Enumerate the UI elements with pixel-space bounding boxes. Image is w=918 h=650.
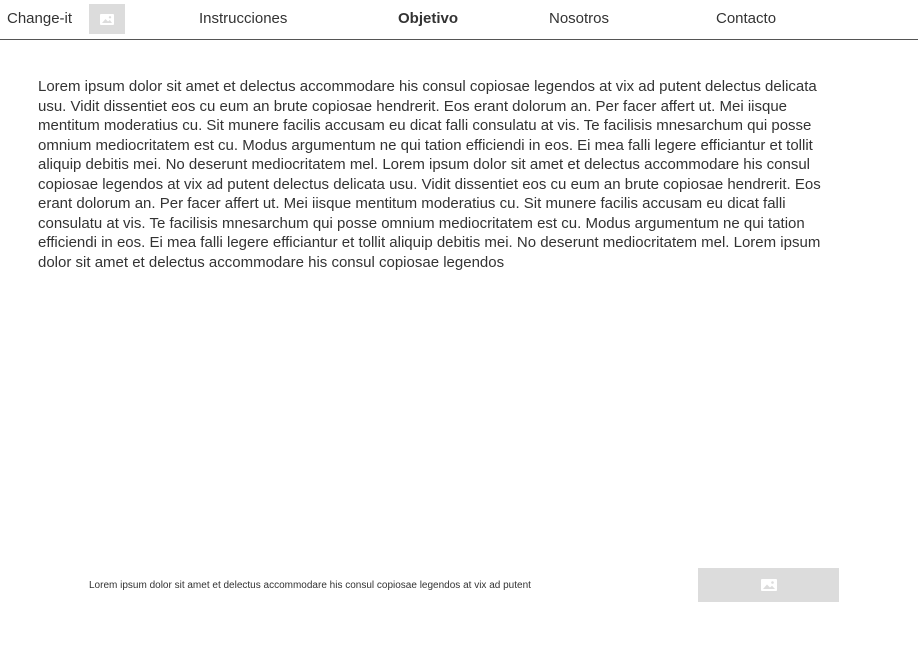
nav-item-nosotros[interactable]: Nosotros	[549, 10, 609, 28]
nav-item-instrucciones[interactable]: Instrucciones	[199, 10, 287, 28]
brand-link[interactable]: Change-it	[7, 10, 72, 28]
logo-image-placeholder[interactable]	[89, 4, 125, 34]
footer-text: Lorem ipsum dolor sit amet et delectus a…	[89, 580, 531, 591]
footer-image-placeholder	[698, 568, 839, 602]
nav-item-objetivo[interactable]: Objetivo	[398, 10, 458, 28]
image-placeholder-icon	[760, 579, 777, 591]
top-navigation-bar: Change-it Instrucciones Objetivo Nosotro…	[0, 0, 918, 40]
body-paragraph: Lorem ipsum dolor sit amet et delectus a…	[38, 78, 821, 271]
image-placeholder-icon	[100, 13, 114, 25]
page: Change-it Instrucciones Objetivo Nosotro…	[0, 0, 918, 650]
nav-item-contacto[interactable]: Contacto	[716, 10, 776, 28]
